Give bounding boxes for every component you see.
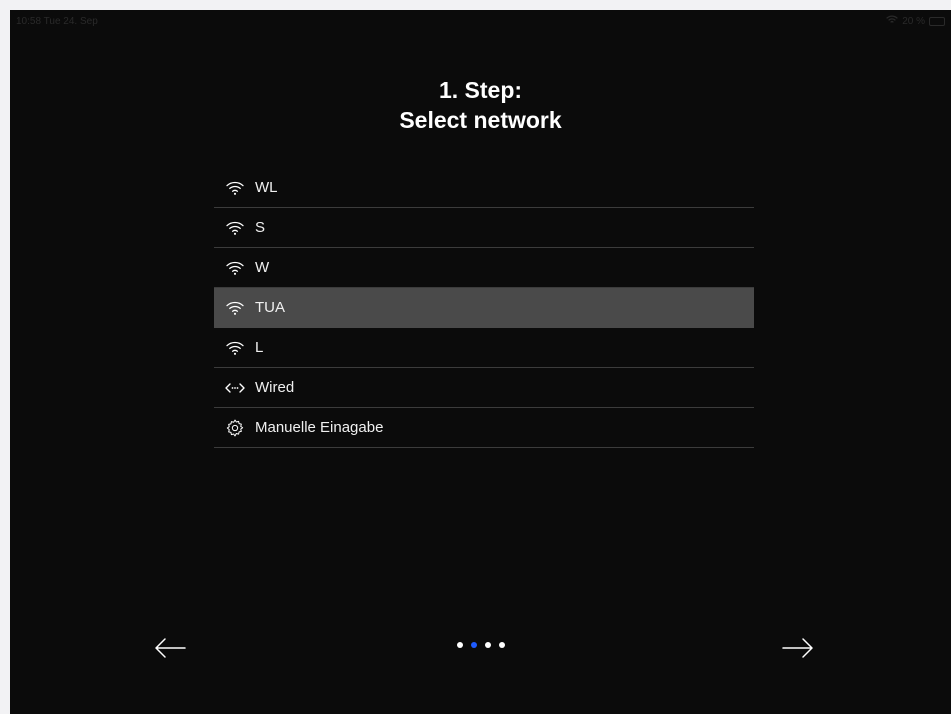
wifi-icon: [224, 339, 246, 357]
network-item-w[interactable]: W: [214, 248, 754, 288]
network-item-l[interactable]: L: [214, 328, 754, 368]
page-indicator: [457, 642, 505, 648]
gear-icon: [224, 419, 246, 437]
wifi-status-icon: [886, 15, 898, 27]
status-right: 20 %: [886, 15, 945, 27]
back-arrow-button[interactable]: [150, 632, 190, 668]
page-dot-2-active: [471, 642, 477, 648]
arrow-right-icon: [781, 637, 815, 664]
wifi-icon: [224, 299, 246, 317]
network-label: WL: [255, 179, 278, 196]
battery-percent: 20 %: [902, 15, 925, 27]
network-label: W: [255, 259, 270, 276]
step-title: 1. Step:: [438, 77, 523, 103]
wifi-icon: [224, 219, 246, 237]
status-left: 10:58 Tue 24. Sep: [16, 16, 98, 27]
wifi-icon: [224, 179, 246, 197]
status-date: Tue 24. Sep: [43, 15, 98, 27]
status-bar: 10:58 Tue 24. Sep 20 %: [10, 10, 951, 32]
network-label: L: [255, 339, 264, 356]
next-arrow-button[interactable]: [778, 632, 818, 668]
network-item-tua[interactable]: TUA: [214, 288, 754, 328]
network-item-wl[interactable]: WL: [214, 168, 754, 208]
network-label: TUA: [255, 299, 285, 316]
network-item-wired[interactable]: Wired: [214, 368, 754, 408]
network-label: Manuelle Einagabe: [255, 419, 384, 436]
arrow-left-icon: [153, 637, 187, 664]
page-dot-3: [485, 642, 491, 648]
app-screen: 10:58 Tue 24. Sep 20 % 1. Step: Select n…: [10, 10, 951, 714]
wired-icon: [224, 379, 246, 397]
network-label: Wired: [255, 379, 295, 396]
network-list: WL S W TUA L Wired Manuelle Einagabe: [214, 168, 754, 448]
status-time: 10:58: [16, 15, 42, 27]
network-item-s[interactable]: S: [214, 208, 754, 248]
battery-icon: [929, 16, 945, 26]
page-dot-4: [499, 642, 505, 648]
wifi-icon: [224, 259, 246, 277]
step-subtitle: Select network: [399, 107, 562, 133]
network-item-manual[interactable]: Manuelle Einagabe: [214, 408, 754, 448]
page-dot-1: [457, 642, 463, 648]
network-label: S: [255, 219, 266, 236]
